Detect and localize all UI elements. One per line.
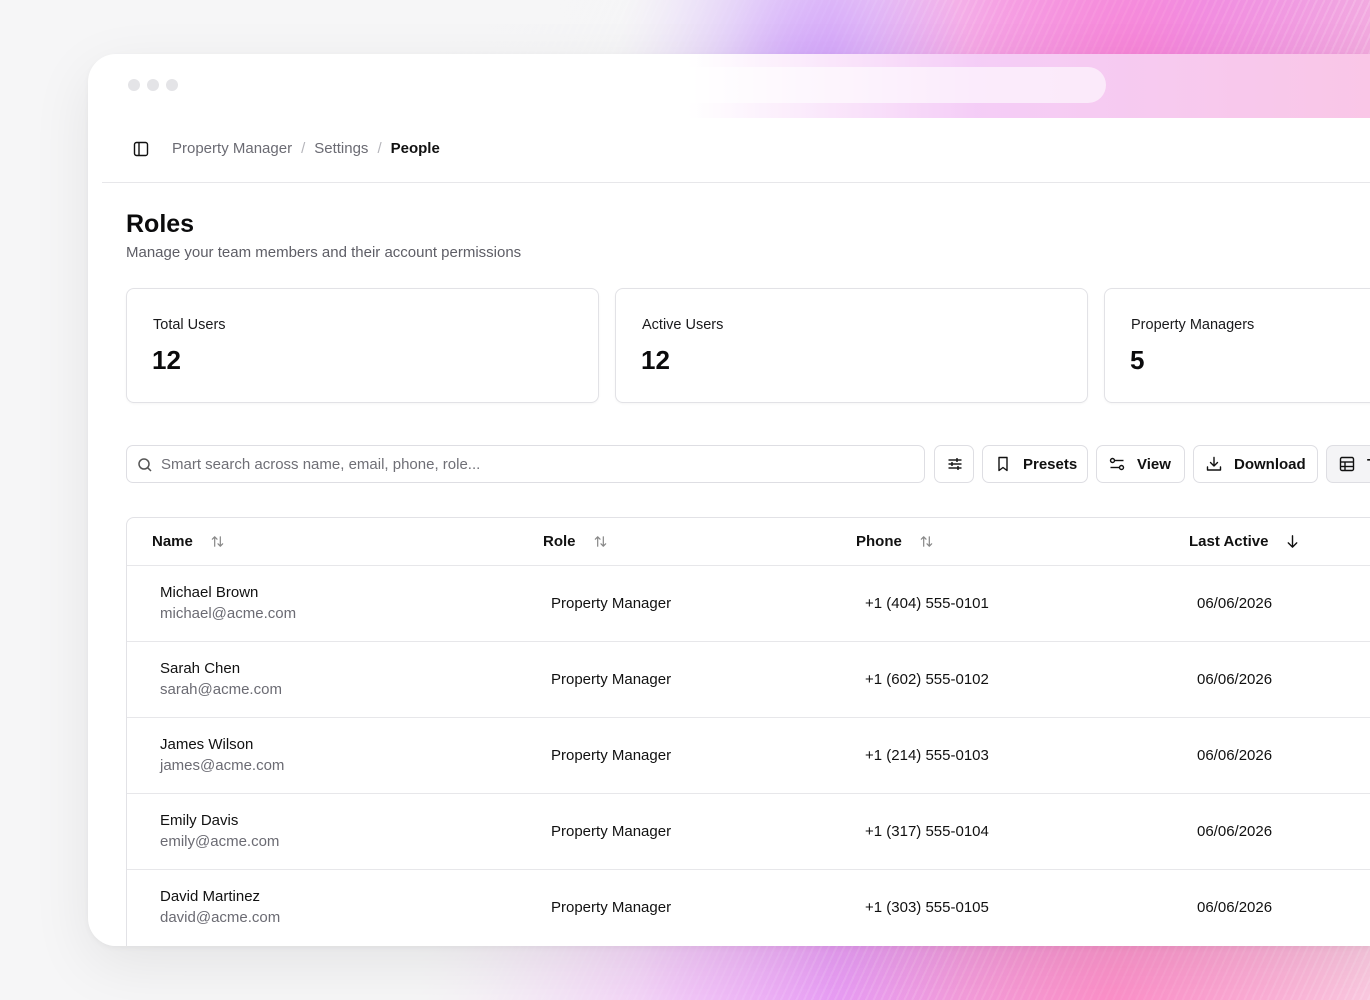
user-email: david@acme.com (160, 909, 281, 926)
user-last-active: 06/06/2026 (1197, 595, 1273, 612)
view-label: View (1137, 455, 1171, 473)
user-phone: +1 (214) 555-0103 (865, 747, 989, 764)
user-name: Emily Davis (160, 812, 239, 829)
view-settings-icon (1109, 456, 1125, 472)
stat-card-property-managers: Property Managers 5 (1104, 288, 1370, 403)
page-title: Roles (126, 210, 195, 238)
sort-icon (594, 536, 606, 547)
user-name: David Martinez (160, 888, 261, 905)
breadcrumb-current-people: People (390, 140, 440, 157)
table-row[interactable]: Emily Davis emily@acme.com Property Mana… (127, 794, 1370, 870)
user-phone: +1 (404) 555-0101 (865, 595, 989, 612)
sort-icon (211, 536, 224, 547)
table-header: Name Role Phone Last Active (127, 518, 1370, 566)
stat-card-total-users: Total Users 12 (126, 288, 599, 403)
stat-value: 12 (152, 345, 181, 375)
table-icon (1339, 456, 1355, 472)
column-header-label: Name (152, 533, 193, 550)
view-button[interactable]: View (1096, 445, 1185, 483)
breadcrumb-item-property-manager[interactable]: Property Manager (172, 140, 292, 157)
user-email: sarah@acme.com (160, 681, 282, 698)
user-phone: +1 (303) 555-0105 (865, 899, 989, 916)
user-last-active: 06/06/2026 (1197, 823, 1273, 840)
user-name: James Wilson (160, 736, 254, 753)
table-view-button[interactable]: Ta (1326, 445, 1370, 483)
stat-card-active-users: Active Users 12 (615, 288, 1088, 403)
table-row[interactable]: Sarah Chen sarah@acme.com Property Manag… (127, 642, 1370, 718)
column-header-phone[interactable]: Phone (856, 533, 934, 550)
browser-window: Property Manager / Settings / People Rol… (88, 54, 1370, 946)
window-close-dot[interactable] (128, 79, 140, 91)
user-name: Michael Brown (160, 584, 259, 601)
search-icon (137, 457, 153, 473)
stat-value: 5 (1130, 345, 1145, 375)
user-phone: +1 (317) 555-0104 (865, 823, 989, 840)
column-header-label: Last Active (1189, 533, 1269, 550)
user-role: Property Manager (551, 671, 672, 688)
breadcrumb-separator: / (301, 140, 306, 157)
user-email: emily@acme.com (160, 833, 280, 850)
column-header-last-active[interactable]: Last Active (1189, 533, 1300, 550)
table-row[interactable]: Michael Brown michael@acme.com Property … (127, 566, 1370, 642)
users-table: Name Role Phone Last Active Michael Brow… (126, 517, 1370, 946)
sliders-icon (947, 456, 963, 472)
column-header-name[interactable]: Name (152, 533, 225, 550)
user-last-active: 06/06/2026 (1197, 899, 1273, 916)
user-last-active: 06/06/2026 (1197, 747, 1273, 764)
sort-icon (920, 536, 933, 547)
user-email: michael@acme.com (160, 605, 297, 622)
user-role: Property Manager (551, 595, 672, 612)
window-maximize-dot[interactable] (166, 79, 178, 91)
user-role: Property Manager (551, 823, 672, 840)
filter-button[interactable] (934, 445, 974, 483)
user-phone: +1 (602) 555-0102 (865, 671, 989, 688)
column-header-label: Phone (856, 533, 902, 550)
user-last-active: 06/06/2026 (1197, 671, 1273, 688)
stat-label: Total Users (153, 317, 226, 333)
user-name: Sarah Chen (160, 660, 241, 677)
user-email: james@acme.com (160, 757, 285, 774)
presets-button[interactable]: Presets (982, 445, 1088, 483)
table-row[interactable]: James Wilson james@acme.com Property Man… (127, 718, 1370, 794)
breadcrumb-separator: / (377, 140, 382, 157)
window-controls (128, 79, 178, 91)
user-role: Property Manager (551, 899, 672, 916)
search-input[interactable] (161, 446, 911, 482)
table-row[interactable]: David Martinez david@acme.com Property M… (127, 870, 1370, 946)
presets-label: Presets (1023, 455, 1078, 473)
stat-label: Property Managers (1131, 317, 1255, 333)
breadcrumb: Property Manager / Settings / People (172, 140, 440, 157)
breadcrumb-item-settings[interactable]: Settings (314, 140, 368, 157)
column-header-role[interactable]: Role (543, 533, 608, 550)
window-titlebar (88, 54, 1370, 118)
stat-label: Active Users (642, 317, 724, 333)
download-button[interactable]: Download (1193, 445, 1318, 483)
stat-value: 12 (641, 345, 670, 375)
sidebar-toggle-icon[interactable] (133, 141, 149, 157)
user-role: Property Manager (551, 747, 672, 764)
download-label: Download (1234, 455, 1306, 473)
app-header: Property Manager / Settings / People (102, 118, 1370, 183)
search-box (126, 445, 925, 483)
column-header-label: Role (543, 533, 576, 550)
address-bar[interactable] (356, 67, 1106, 103)
window-minimize-dot[interactable] (147, 79, 159, 91)
app-content: Property Manager / Settings / People Rol… (102, 118, 1370, 946)
page-subtitle: Manage your team members and their accou… (126, 244, 522, 261)
bookmark-icon (995, 456, 1011, 472)
sort-descending-icon (1288, 535, 1298, 548)
download-icon (1206, 456, 1222, 472)
